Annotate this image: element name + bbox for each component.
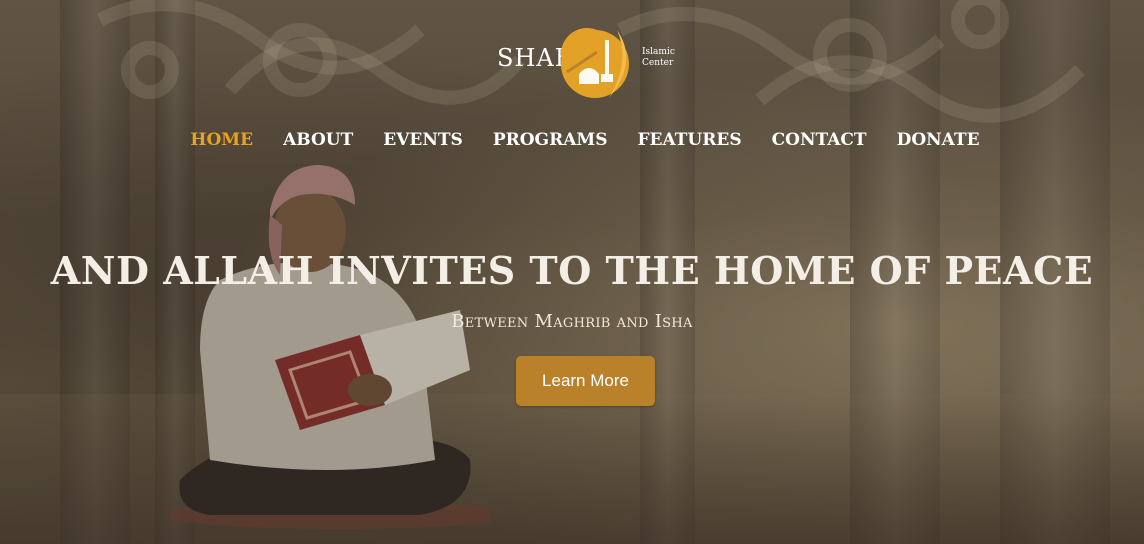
- site-logo[interactable]: SHAHA Islamic Center: [497, 22, 697, 102]
- hero-headline: AND ALLAH INVITES TO THE HOME OF PEACE: [50, 248, 1094, 293]
- nav-item-about[interactable]: ABOUT: [283, 130, 353, 150]
- nav-item-programs[interactable]: PROGRAMS: [493, 130, 608, 150]
- logo-subtitle: Islamic Center: [642, 47, 675, 69]
- logo-subtitle-line: Center: [642, 58, 674, 68]
- hero-section: SHAHA Islamic Center HOME ABOUT EVENTS P…: [0, 0, 1144, 544]
- nav-item-events[interactable]: EVENTS: [383, 130, 463, 150]
- crescent-mosque-icon: [561, 28, 629, 98]
- main-nav: HOME ABOUT EVENTS PROGRAMS FEATURES CONT…: [0, 130, 1144, 150]
- nav-item-features[interactable]: FEATURES: [637, 130, 741, 150]
- nav-item-home[interactable]: HOME: [190, 130, 253, 150]
- logo-subtitle-line: Islamic: [642, 47, 675, 57]
- hero-subline: Between Maghrib and Isha: [451, 311, 693, 332]
- learn-more-button[interactable]: Learn More: [516, 356, 655, 406]
- nav-item-donate[interactable]: DONATE: [897, 130, 980, 150]
- nav-item-contact[interactable]: CONTACT: [772, 130, 867, 150]
